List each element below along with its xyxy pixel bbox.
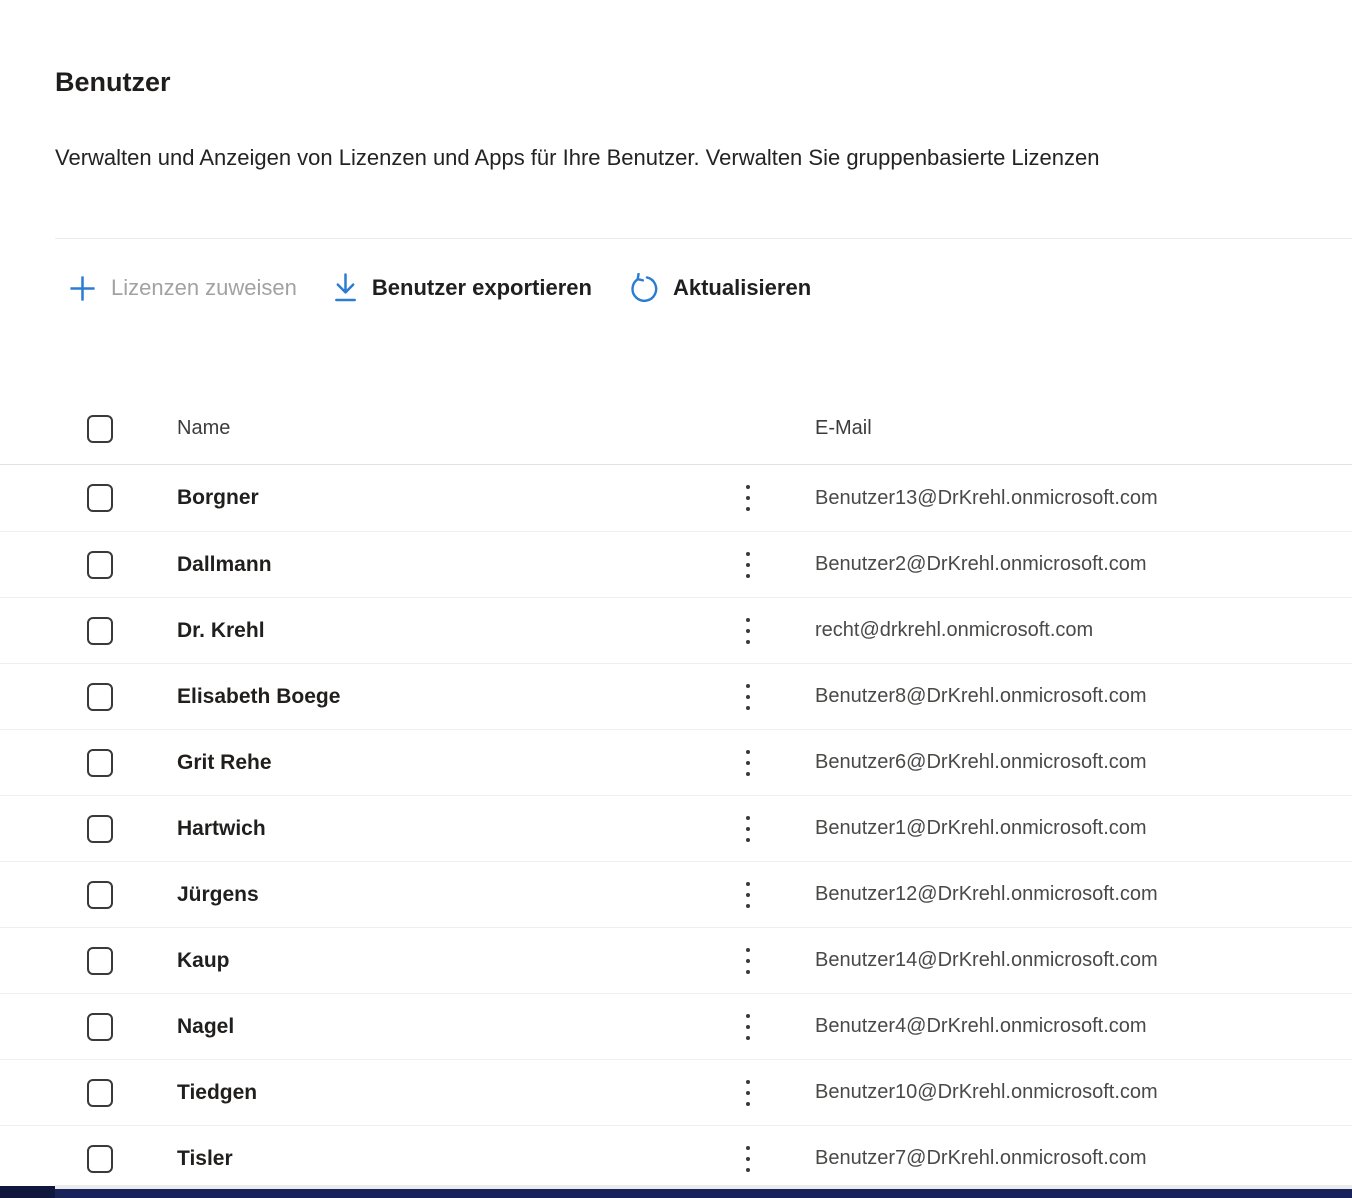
assign-licenses-label: Lizenzen zuweisen xyxy=(111,275,297,301)
table-row[interactable]: Kaup Benutzer14@DrKrehl.onmicrosoft.com xyxy=(0,927,1352,993)
user-email: Benutzer7@DrKrehl.onmicrosoft.com xyxy=(815,1147,1352,1170)
user-email: Benutzer13@DrKrehl.onmicrosoft.com xyxy=(815,487,1352,510)
row-checkbox[interactable] xyxy=(87,1013,113,1041)
refresh-button[interactable]: Aktualisieren xyxy=(628,273,811,304)
download-icon xyxy=(333,272,358,304)
user-name: Tiedgen xyxy=(177,1081,740,1105)
user-email: Benutzer1@DrKrehl.onmicrosoft.com xyxy=(815,817,1352,840)
toolbar: Lizenzen zuweisen Benutzer exportieren A… xyxy=(0,239,1352,337)
table-row[interactable]: Elisabeth Boege Benutzer8@DrKrehl.onmicr… xyxy=(0,663,1352,729)
user-email: Benutzer14@DrKrehl.onmicrosoft.com xyxy=(815,949,1352,972)
export-users-button[interactable]: Benutzer exportieren xyxy=(333,272,592,304)
table-row[interactable]: Tisler Benutzer7@DrKrehl.onmicrosoft.com xyxy=(0,1125,1352,1191)
kebab-menu-icon[interactable] xyxy=(741,479,755,517)
refresh-label: Aktualisieren xyxy=(673,275,811,301)
row-checkbox[interactable] xyxy=(87,815,113,843)
table-row[interactable]: Dallmann Benutzer2@DrKrehl.onmicrosoft.c… xyxy=(0,531,1352,597)
bottom-bar xyxy=(0,1189,1352,1198)
kebab-menu-icon[interactable] xyxy=(741,942,755,980)
user-name: Grit Rehe xyxy=(177,751,740,775)
select-all-checkbox[interactable] xyxy=(87,415,113,443)
user-email: Benutzer10@DrKrehl.onmicrosoft.com xyxy=(815,1081,1352,1104)
user-name: Kaup xyxy=(177,949,740,973)
table-row[interactable]: Dr. Krehl recht@drkrehl.onmicrosoft.com xyxy=(0,597,1352,663)
user-name: Hartwich xyxy=(177,817,740,841)
user-email: Benutzer2@DrKrehl.onmicrosoft.com xyxy=(815,553,1352,576)
kebab-menu-icon[interactable] xyxy=(741,1140,755,1178)
kebab-menu-icon[interactable] xyxy=(741,612,755,650)
row-checkbox[interactable] xyxy=(87,617,113,645)
user-name: Nagel xyxy=(177,1015,740,1039)
row-checkbox[interactable] xyxy=(87,484,113,512)
user-email: Benutzer8@DrKrehl.onmicrosoft.com xyxy=(815,685,1352,708)
plus-icon xyxy=(68,274,97,303)
user-name: Dr. Krehl xyxy=(177,619,740,643)
user-table: Name E-Mail Borgner Benutzer13@DrKrehl.o… xyxy=(0,393,1352,1191)
kebab-menu-icon[interactable] xyxy=(741,744,755,782)
row-checkbox[interactable] xyxy=(87,1145,113,1173)
user-email: recht@drkrehl.onmicrosoft.com xyxy=(815,619,1352,642)
row-checkbox[interactable] xyxy=(87,1079,113,1107)
refresh-icon xyxy=(628,273,659,304)
page-description: Verwalten und Anzeigen von Lizenzen und … xyxy=(55,144,1352,172)
user-name: Borgner xyxy=(177,486,740,510)
column-header-name: Name xyxy=(177,417,740,440)
table-row[interactable]: Tiedgen Benutzer10@DrKrehl.onmicrosoft.c… xyxy=(0,1059,1352,1125)
page-title: Benutzer xyxy=(0,0,1352,98)
user-email: Benutzer4@DrKrehl.onmicrosoft.com xyxy=(815,1015,1352,1038)
bottom-bar-left-segment xyxy=(0,1186,55,1198)
user-name: Tisler xyxy=(177,1147,740,1171)
table-header-row: Name E-Mail xyxy=(0,393,1352,465)
table-row[interactable]: Jürgens Benutzer12@DrKrehl.onmicrosoft.c… xyxy=(0,861,1352,927)
kebab-menu-icon[interactable] xyxy=(741,810,755,848)
kebab-menu-icon[interactable] xyxy=(741,1074,755,1112)
kebab-menu-icon[interactable] xyxy=(741,1008,755,1046)
export-users-label: Benutzer exportieren xyxy=(372,275,592,301)
table-row[interactable]: Hartwich Benutzer1@DrKrehl.onmicrosoft.c… xyxy=(0,795,1352,861)
user-name: Jürgens xyxy=(177,883,740,907)
kebab-menu-icon[interactable] xyxy=(741,876,755,914)
row-checkbox[interactable] xyxy=(87,881,113,909)
user-email: Benutzer12@DrKrehl.onmicrosoft.com xyxy=(815,883,1352,906)
row-checkbox[interactable] xyxy=(87,749,113,777)
user-name: Elisabeth Boege xyxy=(177,685,740,709)
user-email: Benutzer6@DrKrehl.onmicrosoft.com xyxy=(815,751,1352,774)
assign-licenses-button[interactable]: Lizenzen zuweisen xyxy=(68,274,297,303)
column-header-email: E-Mail xyxy=(815,417,1352,440)
table-row[interactable]: Grit Rehe Benutzer6@DrKrehl.onmicrosoft.… xyxy=(0,729,1352,795)
kebab-menu-icon[interactable] xyxy=(741,678,755,716)
row-checkbox[interactable] xyxy=(87,947,113,975)
row-checkbox[interactable] xyxy=(87,551,113,579)
table-row[interactable]: Nagel Benutzer4@DrKrehl.onmicrosoft.com xyxy=(0,993,1352,1059)
table-row[interactable]: Borgner Benutzer13@DrKrehl.onmicrosoft.c… xyxy=(0,465,1352,531)
kebab-menu-icon[interactable] xyxy=(741,546,755,584)
row-checkbox[interactable] xyxy=(87,683,113,711)
user-name: Dallmann xyxy=(177,553,740,577)
